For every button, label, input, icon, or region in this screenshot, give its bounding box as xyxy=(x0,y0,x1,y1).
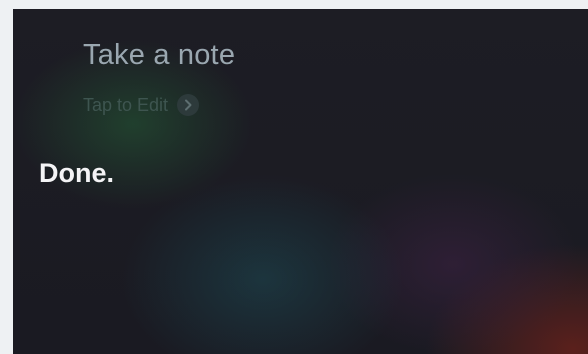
tap-to-edit-label: Tap to Edit xyxy=(83,94,169,115)
siri-panel: Take a note Tap to Edit Done. xyxy=(13,9,588,354)
siri-response-text: Done. xyxy=(39,158,115,188)
chevron-right-icon xyxy=(177,94,200,116)
spoken-request-text: Take a note xyxy=(83,39,236,71)
tap-to-edit-button[interactable]: Tap to Edit xyxy=(83,94,200,116)
